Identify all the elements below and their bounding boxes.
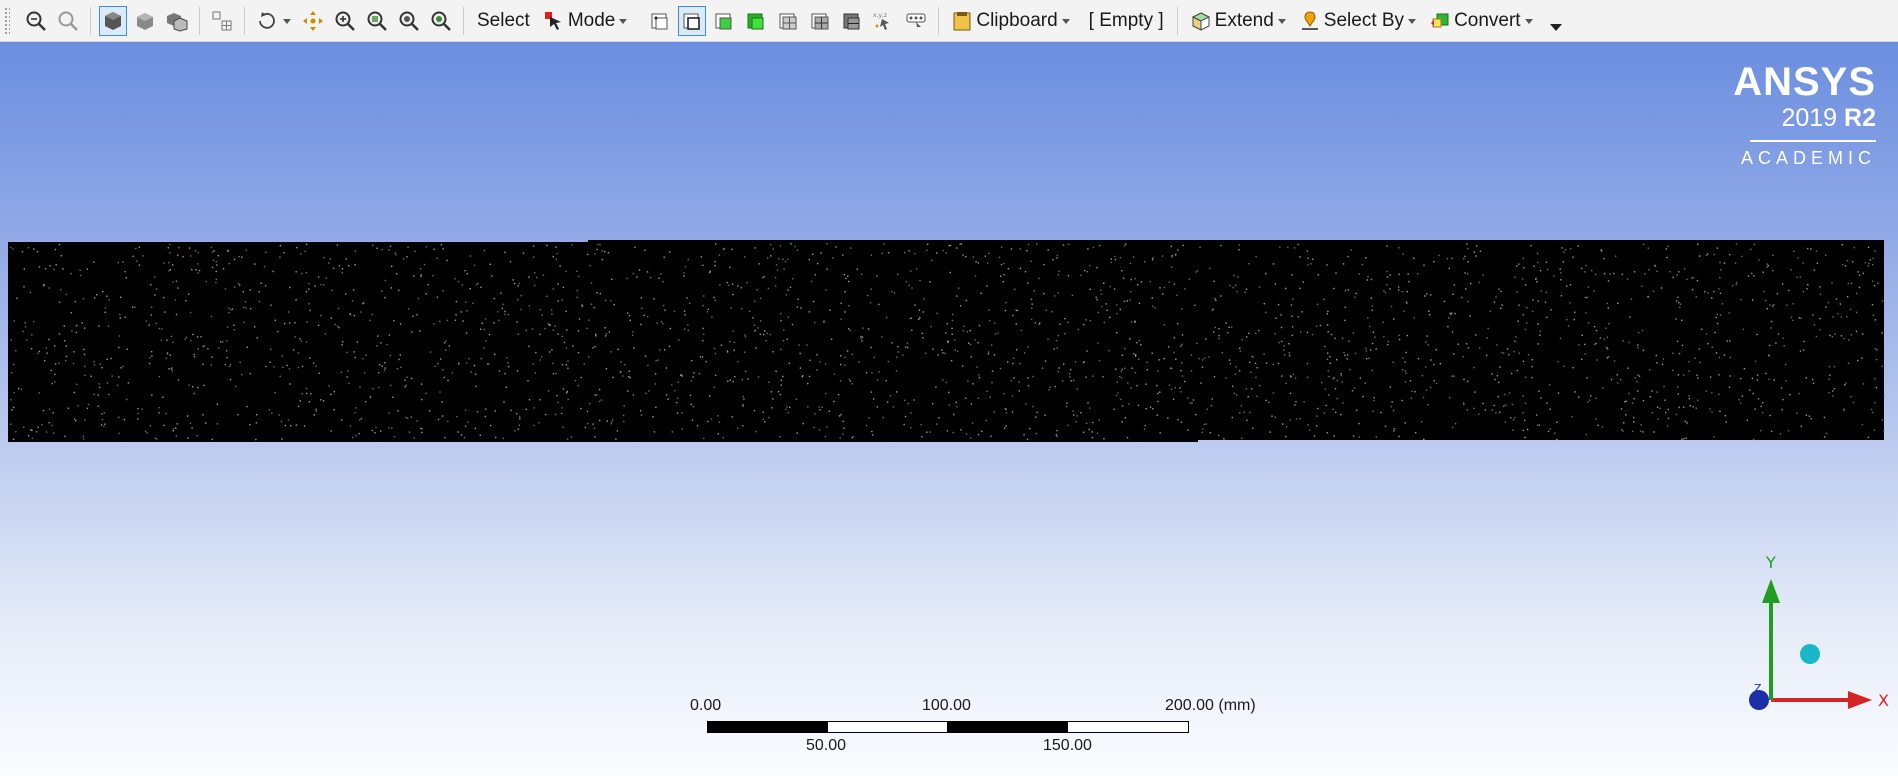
logo-divider (1750, 140, 1876, 142)
scale-label-100: 100.00 (922, 697, 971, 714)
scale-segment (827, 721, 948, 733)
layout-icon[interactable] (208, 6, 236, 36)
select-filter-icon[interactable] (902, 6, 930, 36)
select-volume-icon[interactable] (838, 6, 866, 36)
logo-year: 2019 (1781, 104, 1838, 132)
scale-segment (1067, 721, 1189, 733)
select-label: Select (477, 9, 530, 31)
isometric-view-ball[interactable] (1800, 644, 1820, 664)
graphics-viewport[interactable]: ANSYS 2019 R2 ACADEMIC X Y Z 0.00 100.00… (0, 42, 1898, 776)
pan-icon[interactable] (299, 6, 327, 36)
logo-edition: ACADEMIC (1740, 148, 1876, 168)
toolbar-separator (199, 6, 200, 35)
convert-icon (1431, 13, 1449, 27)
shaded-view-icon[interactable] (131, 6, 159, 36)
ansys-logo: ANSYS 2019 R2 ACADEMIC (1733, 60, 1876, 169)
clipboard-icon (953, 11, 971, 30)
chevron-down-icon (1524, 19, 1533, 24)
toolbar-grip[interactable] (4, 6, 10, 35)
convert-label: Convert (1454, 9, 1521, 31)
scale-label-150: 150.00 (1043, 737, 1092, 754)
mode-dropdown[interactable]: Mode (540, 6, 632, 36)
logo-brand: ANSYS (1733, 60, 1876, 104)
coordinate-select-icon[interactable]: x,y,z (870, 6, 898, 36)
select-face-set-icon[interactable] (774, 6, 802, 36)
logo-version: 2019 R2 (1733, 104, 1876, 132)
toolbar-separator (1176, 6, 1178, 35)
scale-label-0: 0.00 (690, 697, 722, 714)
scale-label-200: 200.00 (mm) (1165, 697, 1256, 714)
model-geometry[interactable] (8, 240, 1890, 442)
x-axis-arrow (1848, 691, 1872, 709)
select-body-icon[interactable] (742, 6, 770, 36)
clipboard-state: [ Empty ] (1088, 9, 1164, 31)
toolbar-separator (463, 6, 464, 35)
convert-dropdown[interactable]: Convert (1426, 6, 1537, 36)
graphics-toolbar: Select Mode x,y,z Clipboard [ Empty ] Ex… (0, 0, 1898, 42)
rotate-dropdown-icon[interactable] (283, 19, 291, 24)
extend-icon (1191, 11, 1210, 31)
meshed-body[interactable] (8, 240, 1890, 442)
zoom-region-icon[interactable] (395, 6, 423, 36)
y-axis-label: Y (1765, 553, 1776, 572)
magnify-icon[interactable] (427, 6, 455, 36)
chevron-down-icon (1277, 19, 1286, 24)
select-face-icon[interactable] (710, 6, 738, 36)
select-by-dropdown[interactable]: Select By (1296, 6, 1420, 36)
chevron-down-icon (619, 19, 628, 24)
select-vertex-icon[interactable] (646, 6, 674, 36)
scale-ruler: 0.00 100.00 200.00 (mm) 50.00 150.00 (690, 697, 1310, 776)
zoom-out-icon[interactable] (54, 6, 82, 36)
toolbar-overflow-icon[interactable] (1549, 24, 1562, 31)
toolbar-separator (938, 6, 940, 35)
clipboard-label: Clipboard (976, 9, 1058, 31)
toolbar-separator (244, 6, 245, 35)
chevron-down-icon (1408, 19, 1417, 24)
select-button[interactable]: Select (473, 6, 534, 36)
toolbar-separator (90, 6, 91, 35)
z-axis-label: Z (1754, 682, 1762, 695)
chevron-down-icon (1061, 19, 1070, 24)
zoom-box-icon[interactable] (363, 6, 391, 36)
scale-segment (947, 721, 1068, 733)
cursor-icon (544, 11, 561, 30)
mode-label: Mode (567, 9, 616, 31)
zoom-in-icon[interactable] (22, 6, 50, 36)
logo-release: R2 (1844, 104, 1876, 132)
zoom-fit-icon[interactable] (331, 6, 359, 36)
extend-dropdown[interactable]: Extend (1187, 6, 1290, 36)
select-by-label: Select By (1323, 9, 1405, 31)
clipboard-dropdown[interactable]: Clipboard (948, 6, 1073, 36)
scale-label-50: 50.00 (806, 737, 847, 754)
solid-view-icon[interactable] (99, 5, 127, 36)
clipboard-status: [ Empty ] (1085, 6, 1168, 36)
x-axis-label: X (1878, 691, 1889, 710)
scale-segment (707, 721, 828, 733)
axis-icon-text: x,y,z (873, 12, 887, 19)
select-body-set-icon[interactable] (806, 6, 834, 36)
cube-view-icon[interactable] (163, 6, 191, 36)
rotate-icon[interactable] (253, 6, 281, 36)
location-pin-icon (1301, 10, 1318, 30)
y-axis-arrow (1762, 579, 1780, 603)
extend-label: Extend (1214, 9, 1274, 31)
axis-triad[interactable]: X Y Z (1740, 537, 1890, 727)
select-edge-icon[interactable] (678, 5, 707, 36)
